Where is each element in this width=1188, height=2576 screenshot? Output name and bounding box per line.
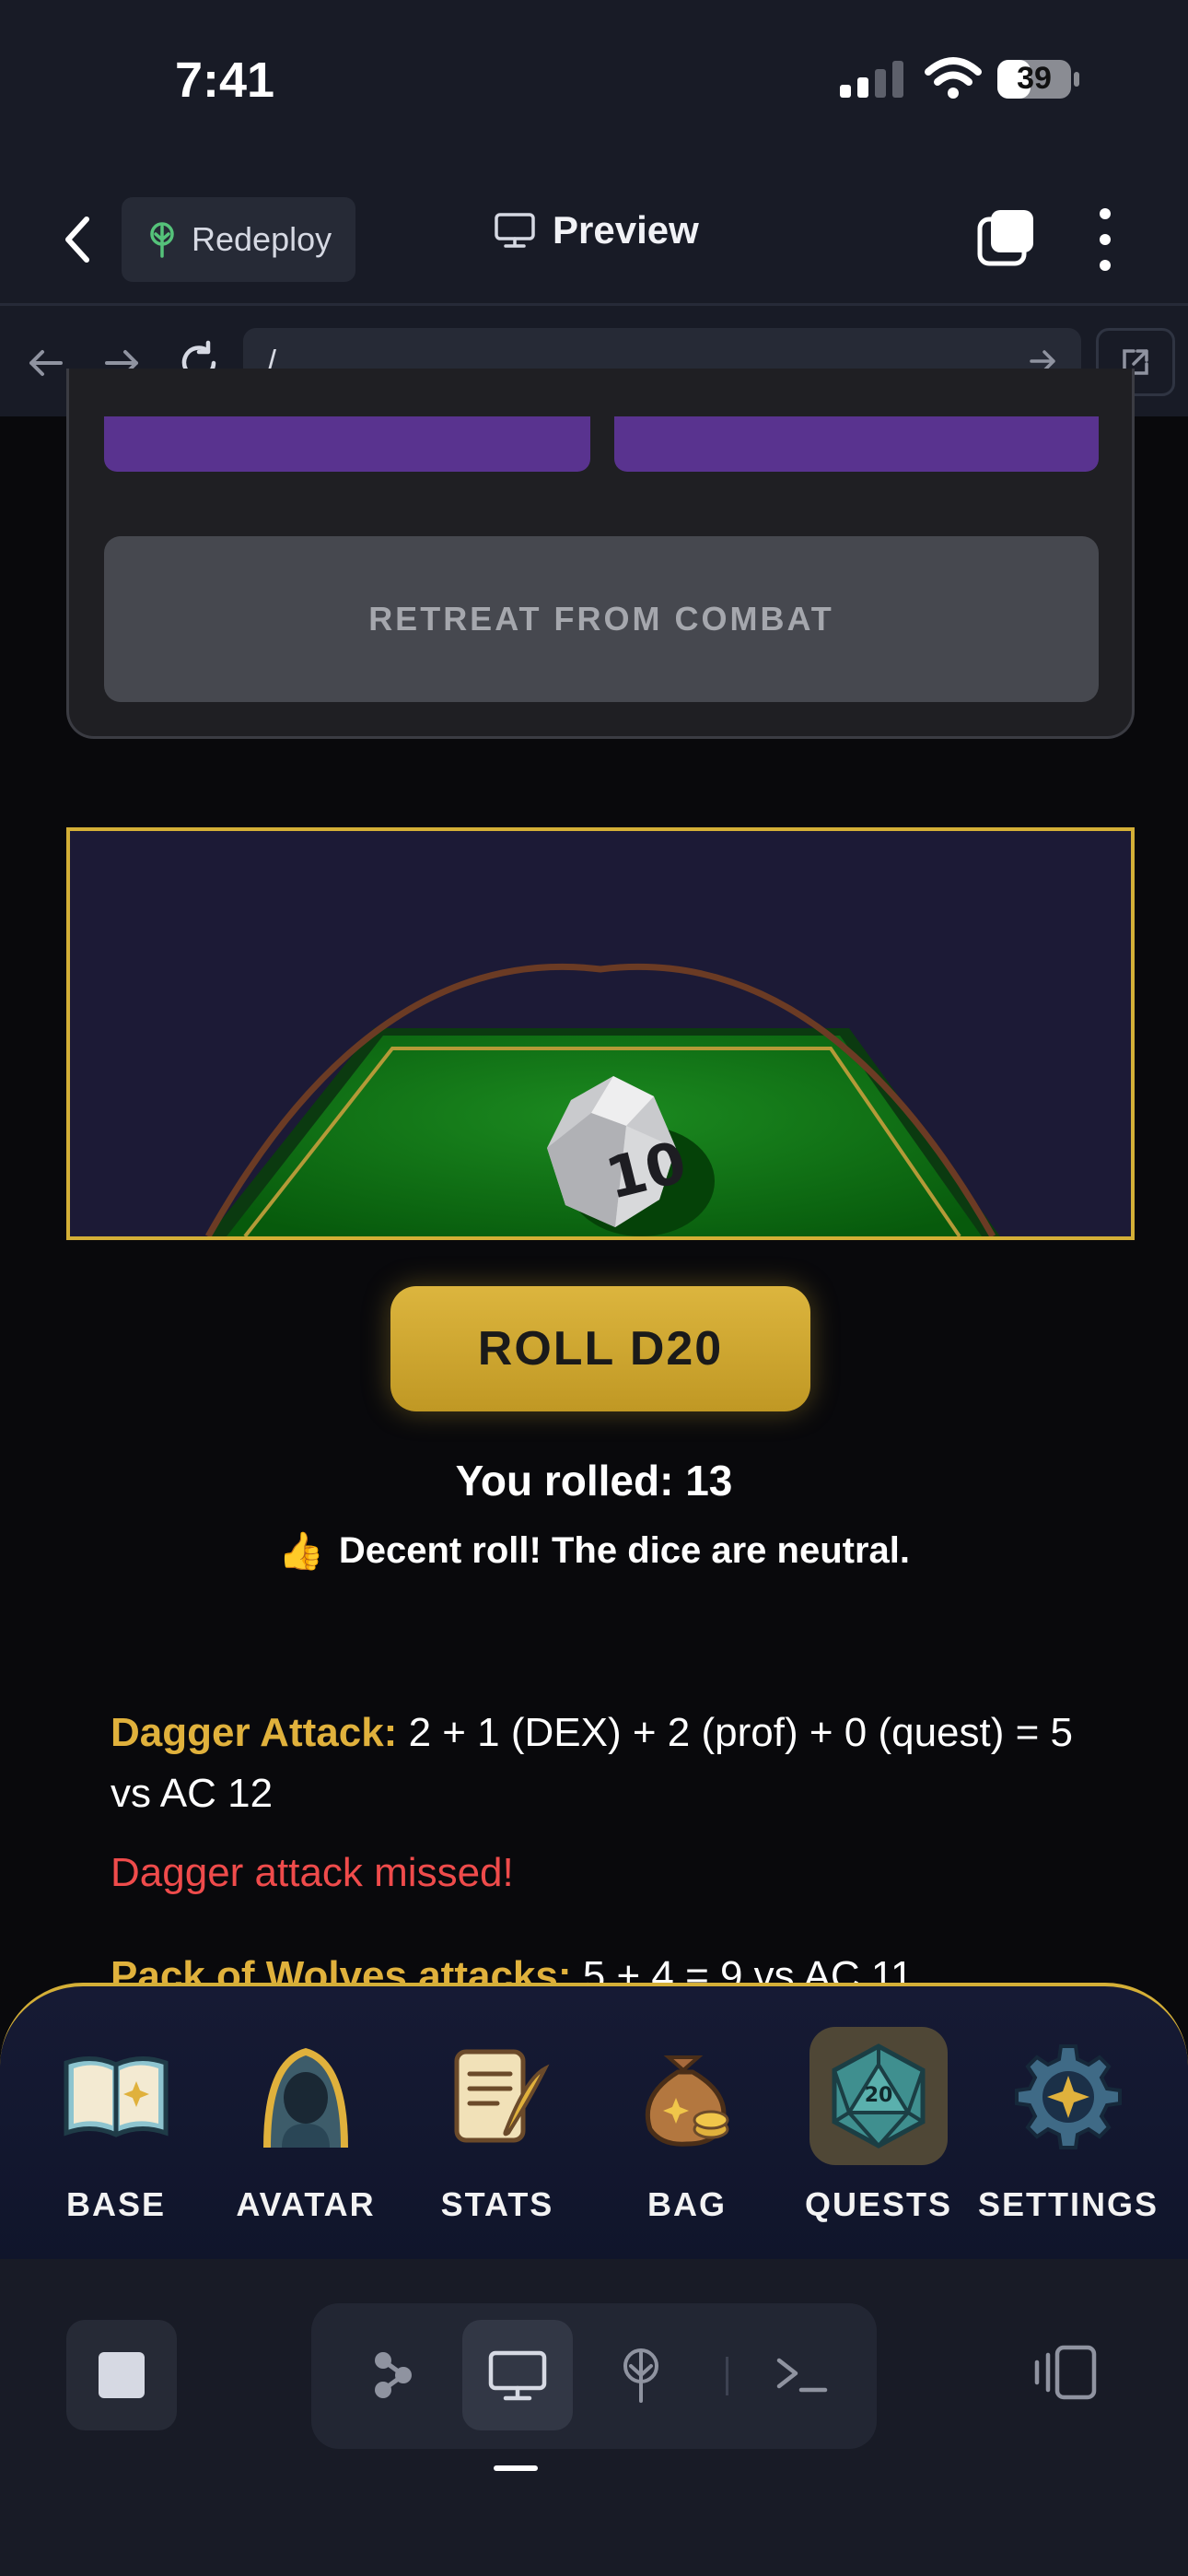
- retreat-button[interactable]: RETREAT FROM COMBAT: [104, 536, 1099, 702]
- nav-label: STATS: [440, 2185, 554, 2223]
- dice-arena: 10: [66, 827, 1135, 1240]
- log-entry-miss: Dagger attack missed!: [111, 1850, 514, 1895]
- roll-comment-text: Decent roll! The dice are neutral.: [338, 1530, 910, 1571]
- nav-item-quests[interactable]: 20 QUESTS: [796, 2027, 961, 2239]
- stop-button[interactable]: [66, 2320, 177, 2430]
- gear-icon: [1015, 2044, 1122, 2149]
- log-entry-attack: Dagger Attack: 2 + 1 (DEX) + 2 (prof) + …: [111, 1703, 1087, 1824]
- status-time: 7:41: [175, 53, 275, 108]
- nav-item-stats[interactable]: STATS: [414, 2027, 580, 2239]
- monitor-icon: [488, 2350, 547, 2401]
- more-menu-button[interactable]: [1089, 205, 1122, 275]
- battery-level: 39: [1017, 61, 1052, 96]
- browser-back-icon[interactable]: [18, 335, 74, 391]
- monitor-icon: [495, 213, 535, 248]
- action-button-left[interactable]: [104, 416, 590, 472]
- device-layout-icon[interactable]: [1030, 2344, 1100, 2401]
- back-button[interactable]: [53, 206, 105, 273]
- money-bag-icon: [645, 2055, 729, 2147]
- action-button-right[interactable]: [614, 416, 1099, 472]
- scroll-quill-icon: [454, 2049, 550, 2143]
- roll-result-prefix: You rolled:: [455, 1457, 674, 1505]
- ide-toolbar: [0, 2259, 1188, 2576]
- workflow-nodes-icon: [375, 2352, 412, 2398]
- workflow-button[interactable]: [339, 2320, 449, 2430]
- nav-item-avatar[interactable]: AVATAR: [223, 2027, 389, 2239]
- combat-log: Dagger Attack: 2 + 1 (DEX) + 2 (prof) + …: [111, 1703, 1087, 1903]
- roll-d20-button[interactable]: ROLL D20: [390, 1286, 810, 1411]
- wifi-icon: [925, 57, 982, 99]
- nav-item-settings[interactable]: SETTINGS: [978, 2027, 1157, 2239]
- home-indicator: [494, 2465, 538, 2471]
- nav-item-bag[interactable]: BAG: [604, 2027, 770, 2239]
- deploy-mode-button[interactable]: [586, 2320, 696, 2430]
- nav-label: BASE: [65, 2185, 167, 2223]
- preview-mode-button[interactable]: [462, 2320, 573, 2430]
- log-label: Dagger Attack:: [111, 1710, 398, 1755]
- stop-icon: [99, 2352, 145, 2398]
- nav-label: AVATAR: [236, 2185, 376, 2223]
- combat-panel: RETREAT FROM COMBAT: [66, 369, 1135, 739]
- view-mode-group: [311, 2303, 877, 2449]
- roll-result-value: 13: [685, 1457, 733, 1505]
- roll-result: You rolled: 13: [0, 1456, 1188, 1505]
- nav-item-base[interactable]: BASE: [33, 2027, 199, 2239]
- redeploy-button[interactable]: Redeploy: [122, 197, 355, 282]
- terminal-icon: [776, 2358, 828, 2393]
- cellular-signal-icon: [840, 61, 903, 98]
- battery-indicator: 39: [996, 59, 1081, 100]
- thumbs-up-emoji: 👍: [278, 1531, 324, 1572]
- deploy-tree-icon: [150, 222, 174, 258]
- browser-chrome: 7:41 39 Redeploy Preview /: [0, 0, 1188, 416]
- d20-icon-text: 20: [865, 2084, 893, 2107]
- book-icon: [64, 2056, 169, 2137]
- dice-table-scene: 10: [204, 963, 1000, 1236]
- preview-label: Preview: [553, 208, 699, 252]
- hooded-avatar-icon: [263, 2048, 348, 2148]
- bottom-nav: BASE AVATAR STATS BAG 20 QUESTS SETTINGS: [0, 1983, 1188, 2259]
- terminal-button[interactable]: [746, 2320, 856, 2430]
- preview-title[interactable]: Preview: [494, 208, 699, 252]
- nav-label: BAG: [647, 2185, 727, 2223]
- d20-icon: 20: [832, 2043, 926, 2149]
- tabs-button[interactable]: [976, 206, 1037, 267]
- roll-comment: 👍 Decent roll! The dice are neutral.: [0, 1529, 1188, 1573]
- deploy-tree-icon: [623, 2348, 658, 2403]
- redeploy-label: Redeploy: [192, 220, 332, 258]
- nav-label: QUESTS: [804, 2185, 953, 2223]
- divider: [726, 2357, 728, 2395]
- nav-label: SETTINGS: [977, 2185, 1159, 2223]
- app-header: Redeploy Preview: [0, 181, 1188, 306]
